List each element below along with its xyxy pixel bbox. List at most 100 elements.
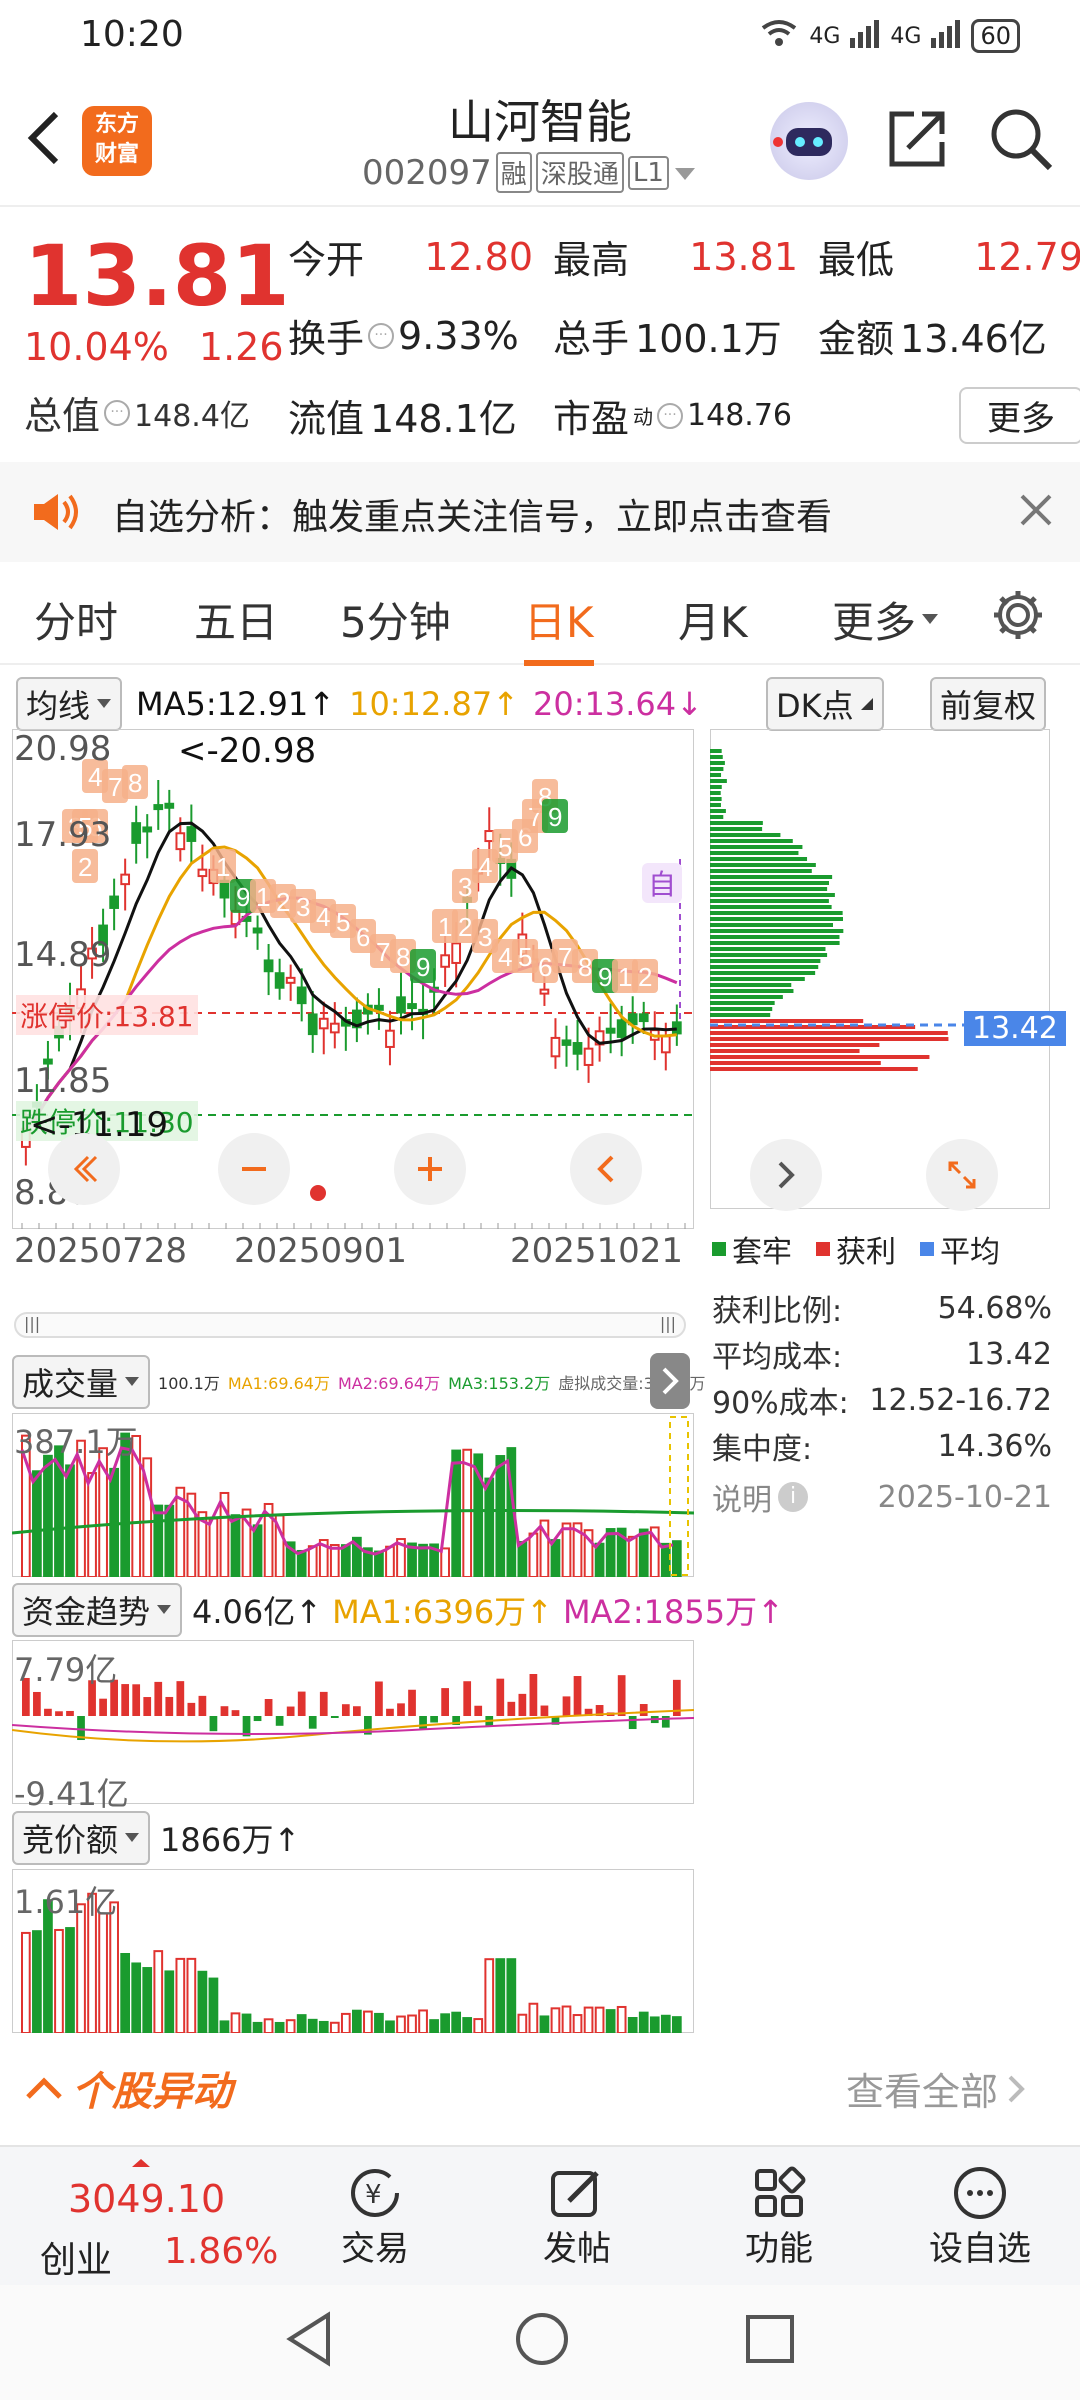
marker-label: 3 — [458, 872, 472, 902]
chip-bar — [710, 1043, 880, 1047]
auction-bar — [627, 2016, 638, 2033]
expand-arrow-button[interactable] — [650, 1353, 690, 1409]
stock-code-row[interactable]: 002097 融 深股通 L1 — [362, 152, 697, 193]
settings-gear-icon[interactable] — [990, 587, 1046, 647]
volume-bar — [153, 1504, 164, 1577]
nav-trade[interactable]: ¥ 交易 — [305, 2147, 445, 2287]
candle — [539, 988, 550, 995]
info-dots-icon: ··· — [368, 322, 395, 349]
fund-bar — [341, 1704, 350, 1716]
robot-assistant-icon[interactable] — [770, 102, 848, 180]
margin-tag: 融 — [495, 152, 532, 193]
nav-post[interactable]: 发帖 — [507, 2147, 647, 2287]
fund-bar — [209, 1716, 218, 1732]
candle — [616, 1019, 627, 1038]
auction-bar — [550, 2007, 561, 2033]
system-home-icon[interactable] — [514, 2311, 570, 2371]
stock-movement-header[interactable]: 个股异动 — [24, 2059, 232, 2117]
auction-select[interactable]: 竞价额 — [12, 1811, 151, 1865]
tab-more[interactable]: 更多 — [832, 589, 940, 650]
candle — [451, 942, 462, 964]
volume-bar — [561, 1522, 572, 1577]
volume-bar — [550, 1539, 561, 1577]
fund-bar — [628, 1716, 637, 1730]
chip-bar — [710, 905, 832, 909]
system-recents-icon[interactable] — [744, 2313, 796, 2369]
auction-bar — [572, 2014, 583, 2033]
zoom-in-button[interactable] — [394, 1133, 466, 1205]
ma-indicator-bar: 均线 MA5:12.91↑ 10:12.87↑ 20:13.64↓ — [16, 677, 703, 731]
info-icon[interactable]: i — [778, 1482, 808, 1512]
fund-bar — [375, 1681, 383, 1716]
auction-bar — [561, 2005, 572, 2033]
marker-label: 1 — [256, 882, 270, 912]
chip-price-tag: 13.42 — [964, 1011, 1066, 1046]
share-icon[interactable] — [884, 106, 950, 176]
scroll-handle-right[interactable]: ||| — [660, 1314, 676, 1333]
dk-point-button[interactable]: DK点 — [766, 677, 884, 731]
marker-label: 7 — [558, 942, 572, 972]
volume-value: 100.1万 — [635, 317, 782, 361]
fund-bar — [507, 1701, 516, 1716]
chip-bar — [710, 821, 763, 825]
ma-select[interactable]: 均线 — [16, 677, 123, 731]
more-button[interactable]: 更多 — [959, 387, 1080, 444]
volume-bar — [65, 1464, 75, 1577]
tab-5min[interactable]: 5分钟 — [340, 589, 451, 650]
close-icon[interactable] — [1016, 490, 1056, 534]
zoom-out-button[interactable] — [218, 1133, 290, 1205]
tab-monthly-k[interactable]: 月K — [678, 589, 748, 650]
fund-bar — [66, 1710, 74, 1716]
y-label-2: 17.93 — [14, 815, 112, 855]
auction-bar — [616, 2005, 627, 2033]
auction-bar — [285, 2019, 296, 2033]
fund-bar — [165, 1696, 174, 1716]
tab-intraday[interactable]: 分时 — [34, 589, 118, 650]
system-back-icon[interactable] — [284, 2311, 334, 2371]
fund-ma2: MA2:1855万↑ — [563, 1593, 784, 1631]
scroll-handle-left[interactable]: ||| — [24, 1314, 40, 1333]
fund-select[interactable]: 资金趋势 — [12, 1583, 183, 1637]
nav-add-watchlist[interactable]: 设自选 — [910, 2147, 1050, 2287]
candle — [164, 802, 175, 809]
chip-bar — [710, 1067, 918, 1071]
ma5-value: MA5:12.91↑ — [136, 685, 336, 723]
chip-next-button[interactable] — [750, 1139, 822, 1211]
chip-bar — [710, 1049, 860, 1053]
volume-bar — [32, 1470, 42, 1577]
nav-functions[interactable]: 功能 — [709, 2147, 849, 2287]
chip-bar — [710, 1019, 864, 1023]
tab-daily-k[interactable]: 日K — [524, 589, 594, 666]
chart-prev-button[interactable] — [48, 1133, 120, 1205]
auction-bar — [440, 2013, 450, 2033]
y-label-top: 20.98 — [14, 729, 112, 769]
max-price-note: <-20.98 — [178, 731, 317, 771]
volume-select[interactable]: 成交量 — [12, 1355, 151, 1409]
volume-bar — [296, 1549, 307, 1577]
index-change: 1.86% — [164, 2231, 279, 2272]
scroll-left-button[interactable] — [570, 1133, 642, 1205]
analysis-banner[interactable]: 自选分析：触发重点关注信号，立即点击查看 — [0, 462, 1080, 562]
chevron-right-icon — [1008, 2075, 1025, 2102]
range-scrollbar[interactable]: ||| ||| — [14, 1312, 686, 1338]
tab-five-day[interactable]: 五日 — [194, 589, 278, 650]
auction-bar — [318, 2020, 329, 2033]
chip-expand-icon[interactable] — [926, 1139, 998, 1211]
system-navigation-bar — [0, 2285, 1080, 2400]
chip-bar — [710, 809, 726, 813]
search-icon[interactable] — [988, 106, 1054, 176]
banner-text: 自选分析：触发重点关注信号，立即点击查看 — [112, 497, 833, 538]
trade-icon: ¥ — [351, 2168, 399, 2217]
chip-bar — [710, 971, 816, 975]
adjust-button[interactable]: 前复权 — [930, 677, 1047, 731]
marker-label: 9 — [416, 952, 430, 982]
chip-bar — [710, 1007, 773, 1011]
chip-bar — [710, 785, 722, 789]
auction-bar — [594, 2006, 605, 2033]
view-all-link[interactable]: 查看全部 — [846, 2061, 1028, 2116]
index-ticker[interactable]: 3049.10 创业 1.86% — [0, 2147, 290, 2287]
auction-bar — [385, 2020, 395, 2033]
volume-bar — [230, 1514, 241, 1577]
open-value: 12.80 — [424, 234, 533, 279]
fund-bar — [154, 1681, 163, 1716]
